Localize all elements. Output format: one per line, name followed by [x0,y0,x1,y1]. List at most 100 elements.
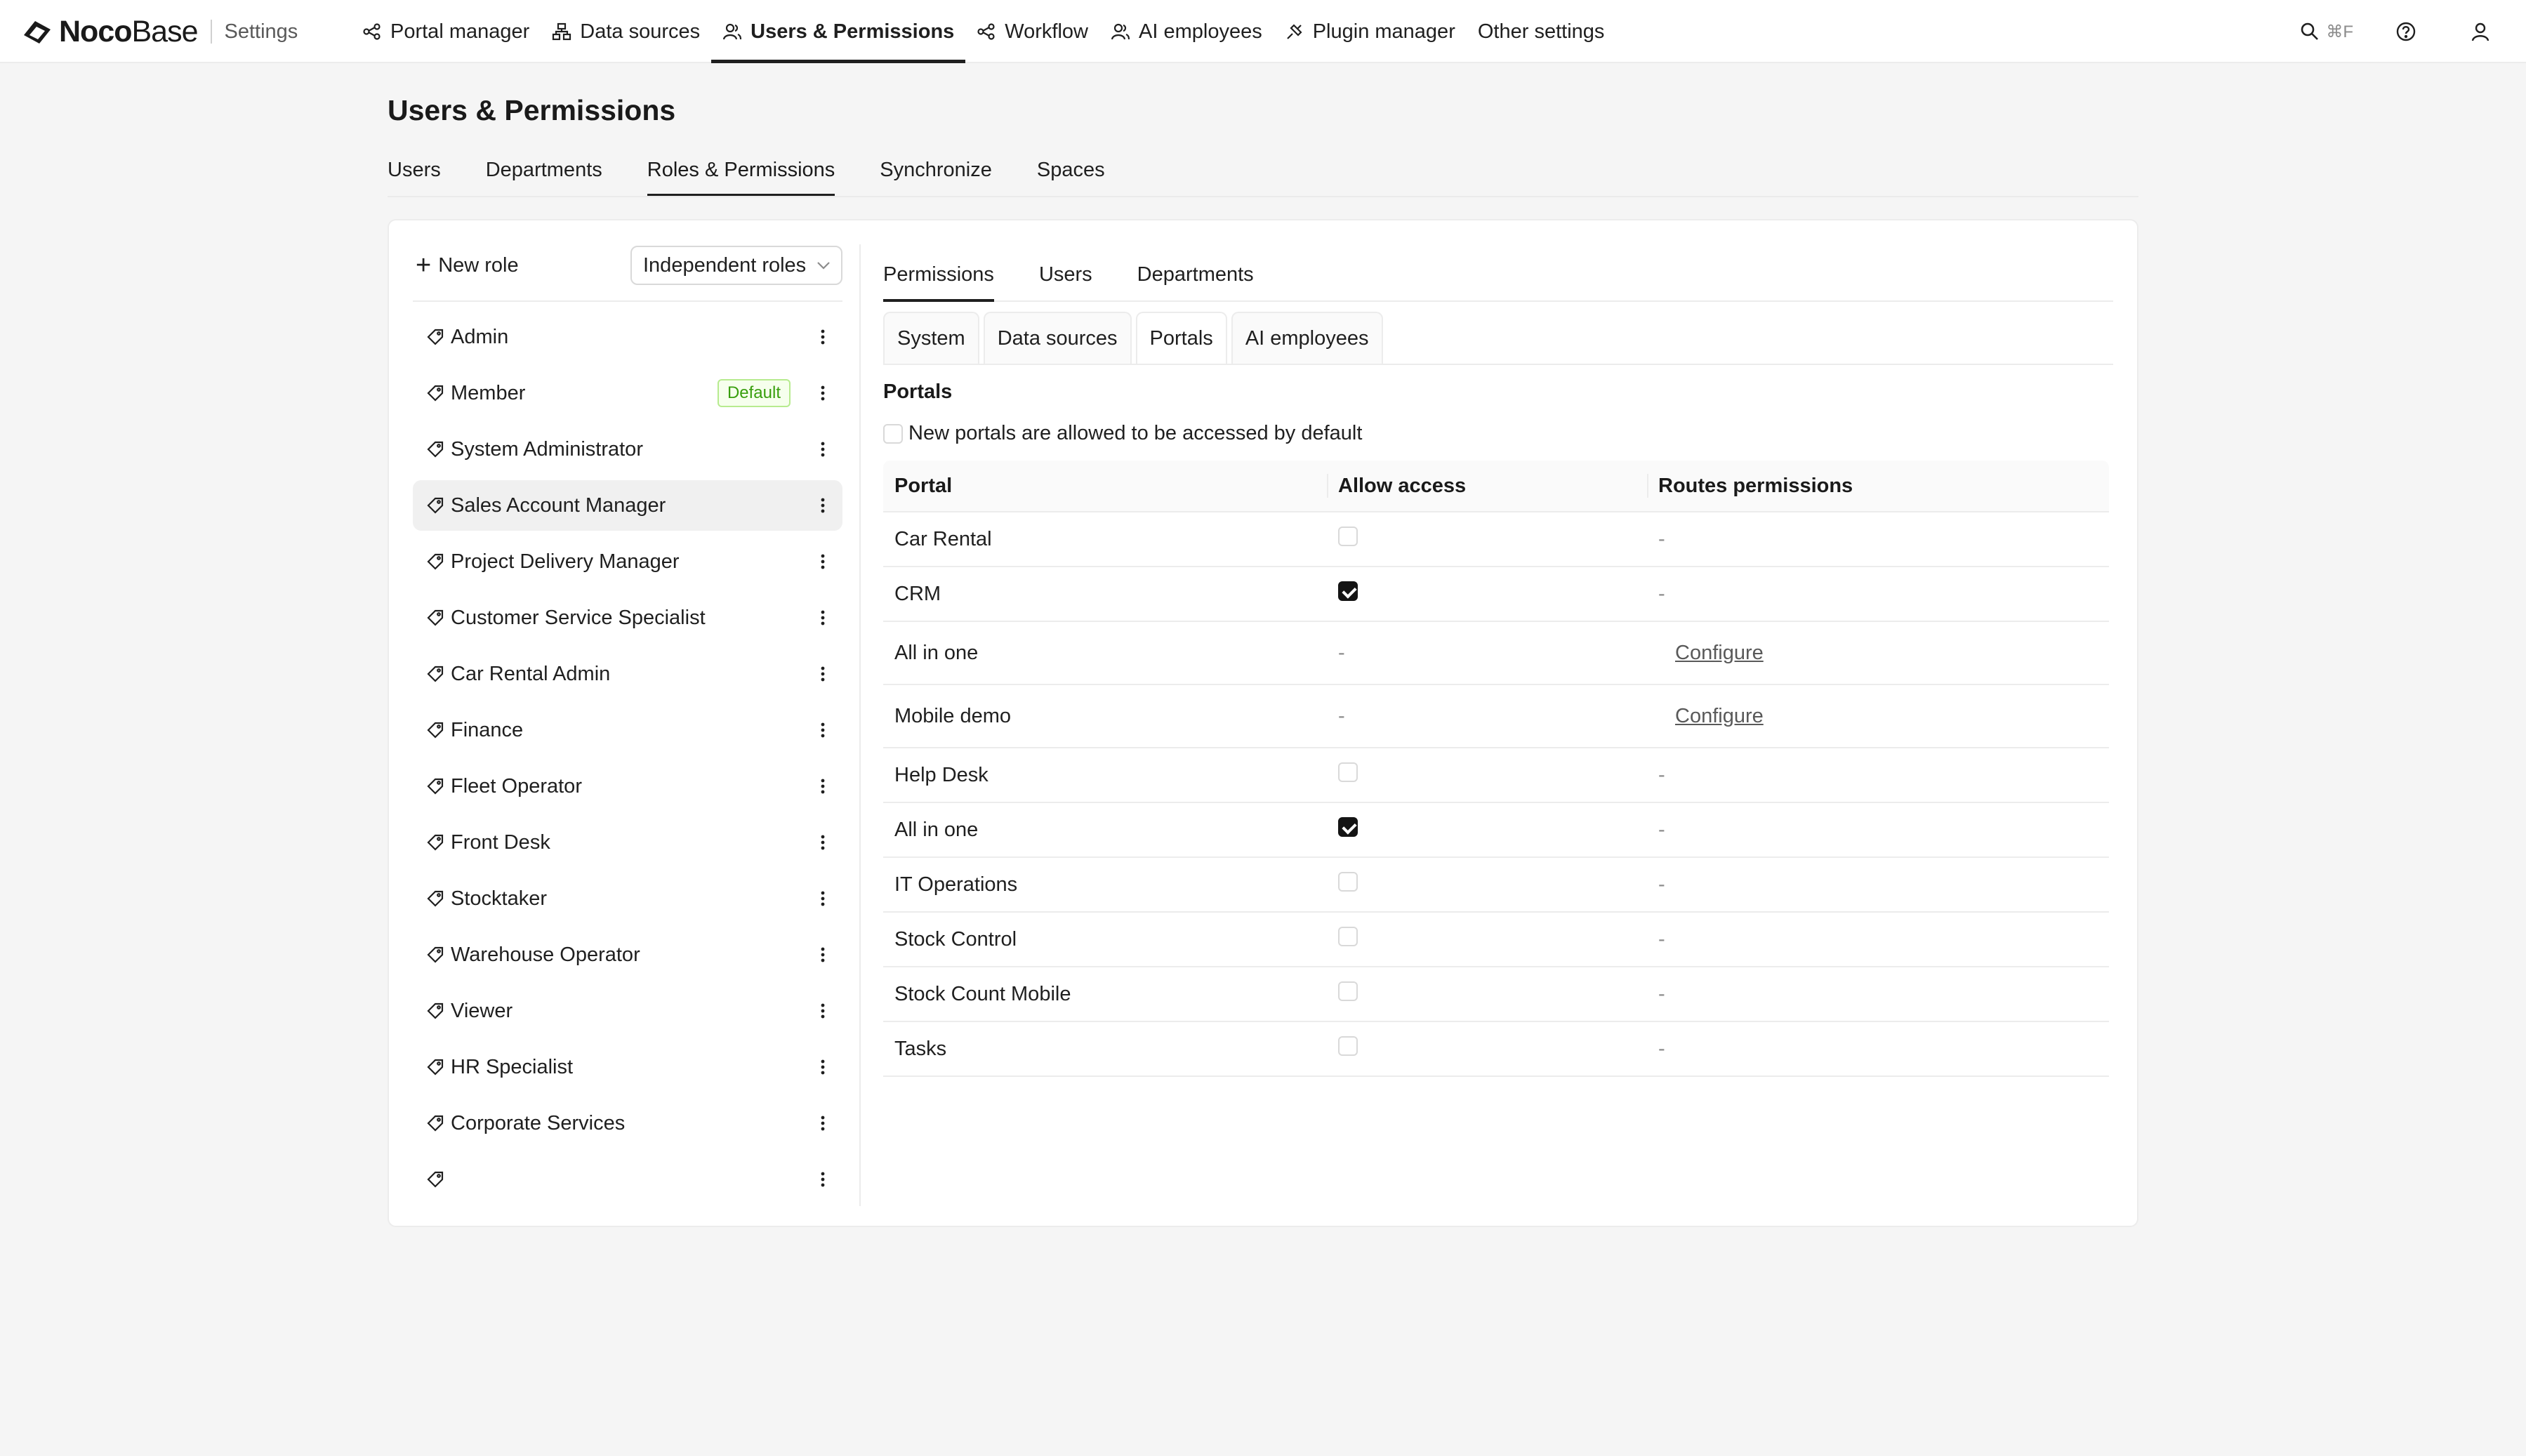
top-navigation: Portal manager Data sources Users & Perm… [351,0,1615,63]
tag-icon [427,946,444,963]
more-vertical-icon[interactable] [814,831,831,854]
routes-permissions-cell: - [1647,928,2109,951]
more-vertical-icon[interactable] [814,438,831,461]
column-header-routes-permissions: Routes permissions [1647,460,2109,512]
more-vertical-icon[interactable] [814,382,831,404]
more-vertical-icon[interactable] [814,494,831,517]
nav-plugin-manager[interactable]: Plugin manager [1274,0,1467,63]
tag-icon [427,666,444,682]
more-vertical-icon[interactable] [814,607,831,629]
tab-spaces[interactable]: Spaces [1037,152,1105,197]
role-item[interactable]: System Administrator [413,424,842,475]
nav-workflow[interactable]: Workflow [965,0,1099,63]
role-item[interactable]: Fleet Operator [413,761,842,812]
more-vertical-icon[interactable] [814,775,831,798]
routes-empty: - [1658,582,1665,605]
nav-users-permissions[interactable]: Users & Permissions [711,0,966,63]
column-header-portal: Portal [894,475,953,497]
role-item[interactable]: Admin [413,312,842,362]
configure-link[interactable]: Configure [1675,642,1764,664]
allow-access-checkbox[interactable] [1338,527,1358,546]
role-item[interactable]: Customer Service Specialist [413,593,842,643]
brand[interactable]: Noco Base Settings [20,13,298,51]
portal-name: All in one [894,641,979,664]
more-vertical-icon[interactable] [814,550,831,573]
subtab-ai-employees[interactable]: AI employees [1231,312,1383,364]
role-item[interactable] [413,1154,842,1205]
role-item[interactable]: Corporate Services [413,1098,842,1149]
default-access-label: New portals are allowed to be accessed b… [908,422,1363,444]
allow-access-cell [1327,981,1647,1007]
role-item[interactable]: Car Rental Admin [413,649,842,699]
role-item[interactable]: Sales Account Manager [413,480,842,531]
subtab-data-sources[interactable]: Data sources [983,312,1132,364]
role-name: Warehouse Operator [451,943,640,966]
tag-icon [427,722,444,739]
allow-access-checkbox[interactable] [1338,762,1358,782]
plus-icon: + [416,251,432,280]
portals-table: Portal Allow access Routes permissions C… [883,461,2109,1077]
role-item[interactable]: Front Desk [413,817,842,868]
default-access-checkbox[interactable] [883,423,903,444]
tab-synchronize[interactable]: Synchronize [880,152,992,197]
role-item[interactable]: Warehouse Operator [413,929,842,980]
role-item[interactable]: Member Default [413,368,842,418]
allow-access-checkbox[interactable] [1338,927,1358,946]
allow-access-checkbox[interactable] [1338,1036,1358,1056]
help-button[interactable] [2395,21,2416,42]
nav-ai-employees[interactable]: AI employees [1099,0,1274,63]
role-name: Admin [451,325,509,348]
more-vertical-icon[interactable] [814,326,831,348]
nav-workflow-label: Workflow [1005,20,1089,43]
subtab-system[interactable]: System [883,312,979,364]
nav-other-settings[interactable]: Other settings [1467,0,1616,63]
tab-departments[interactable]: Departments [486,152,602,197]
user-menu-button[interactable] [2470,21,2491,42]
more-vertical-icon[interactable] [814,663,831,685]
configure-link[interactable]: Configure [1675,705,1764,727]
role-item[interactable]: Finance [413,705,842,755]
allow-access-checkbox[interactable] [1338,817,1358,837]
table-row: IT Operations - [883,858,2109,913]
subtab-portals[interactable]: Portals [1135,312,1227,364]
more-vertical-icon[interactable] [814,1168,831,1191]
nav-data-sources[interactable]: Data sources [541,0,711,63]
allow-access-checkbox[interactable] [1338,981,1358,1001]
routes-permissions-cell: - [1647,528,2109,551]
tab-roles-permissions[interactable]: Roles & Permissions [647,152,835,197]
allow-access-checkbox[interactable] [1338,581,1358,601]
routes-empty: - [1658,982,1665,1005]
help-icon [2396,22,2416,41]
role-item[interactable]: Stocktaker [413,873,842,924]
tab-permissions[interactable]: Permissions [883,263,994,302]
more-vertical-icon[interactable] [814,1000,831,1022]
role-name: Customer Service Specialist [451,606,706,629]
role-item[interactable]: HR Specialist [413,1042,842,1092]
tab-role-departments[interactable]: Departments [1137,263,1254,300]
allow-access-checkbox[interactable] [1338,872,1358,892]
routes-permissions-cell: - [1647,983,2109,1006]
role-name: Corporate Services [451,1111,626,1134]
tag-icon [427,1059,444,1076]
more-vertical-icon[interactable] [814,719,831,741]
more-vertical-icon[interactable] [814,1056,831,1078]
more-vertical-icon[interactable] [814,887,831,910]
portal-name: Car Rental [894,527,992,550]
new-role-button[interactable]: + New role [416,252,519,279]
nocobase-logo-icon [24,21,51,44]
role-item[interactable]: Project Delivery Manager [413,536,842,587]
chevron-down-icon [817,262,830,270]
search-button[interactable]: ⌘F [2299,21,2353,42]
routes-empty: - [1658,1037,1665,1060]
nav-portal-manager[interactable]: Portal manager [351,0,541,63]
more-vertical-icon[interactable] [814,944,831,966]
role-item[interactable]: Viewer [413,986,842,1036]
routes-empty: - [1658,873,1665,896]
role-mode-select[interactable]: Independent roles [630,246,842,285]
more-vertical-icon[interactable] [814,1112,831,1134]
default-access-checkbox-row[interactable]: New portals are allowed to be accessed b… [883,422,2113,445]
nav-other-settings-label: Other settings [1477,20,1605,43]
tab-users[interactable]: Users [388,152,441,197]
tab-role-users[interactable]: Users [1039,263,1092,300]
top-right-tools: ⌘F [2299,0,2491,63]
